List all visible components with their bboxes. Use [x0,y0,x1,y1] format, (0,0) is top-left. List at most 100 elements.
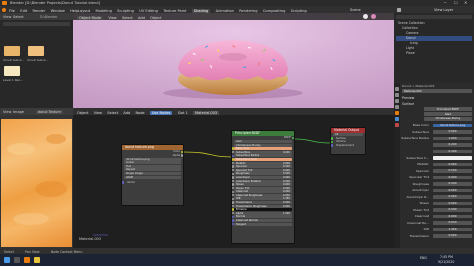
slot-dropdown[interactable]: Slot 1 [178,111,188,115]
blender-taskbar-icon[interactable] [24,257,30,263]
vp-add-menu[interactable]: Add [138,16,145,20]
viewport-header: Object Mode View Select Add Object [73,13,394,20]
ie-image-menu[interactable]: Image [13,110,24,114]
property-value-field[interactable]: 0.500 [433,208,472,212]
tool-tab-icon[interactable] [395,87,399,91]
file-thumbnail-2[interactable] [28,46,44,56]
file-label-1: donut textur... [3,58,25,62]
modifier-tab-icon[interactable] [395,117,399,121]
menu-file[interactable]: File [9,9,15,13]
property-value-field[interactable]: 0.500 [433,182,472,186]
property-label: Subsurface Radius [401,136,429,140]
3d-viewport[interactable] [73,13,394,108]
tab-scripting[interactable]: Scripting [291,9,307,13]
fb-path[interactable]: D:\Blender [40,15,58,19]
scene-tab-icon[interactable] [395,105,399,109]
property-label: Anisotropic [412,188,429,192]
property-value-field[interactable]: 0.000 [433,162,472,167]
preview-section-toggle[interactable]: Preview [402,96,414,100]
outliner-row-plane[interactable]: Plane [396,51,472,56]
property-value-field[interactable]: 0.000 [433,195,472,199]
ne-view-menu[interactable]: View [94,111,102,115]
scene-selector[interactable]: Scene [350,8,361,12]
tab-compositing[interactable]: Compositing [263,9,286,13]
file-thumbnail-3[interactable] [4,66,20,76]
property-value-field[interactable]: 1.000 [433,136,472,141]
property-value-field[interactable]: 0.000 [433,214,472,219]
property-value-field[interactable]: 0.200 [433,143,472,147]
menu-render[interactable]: Render [33,9,46,13]
property-value-field[interactable]: 0.000 [433,234,472,238]
tab-uv-editing[interactable]: UV Editing [139,9,158,13]
outliner-editor-icon[interactable] [397,7,401,12]
fb-select-menu[interactable]: Select [13,15,24,19]
property-value-field[interactable] [433,156,472,160]
close-button[interactable]: ✕ [464,0,467,5]
material-name-field[interactable]: Material.003 [402,89,472,93]
rendered-shading-icon[interactable] [371,14,376,19]
image-texture-node[interactable]: donut texture.png Color Alpha donut text… [121,144,184,206]
fb-view-menu[interactable]: View [3,15,11,19]
tab-sculpting[interactable]: Sculpting [117,9,134,13]
node-editor-canvas[interactable]: donut texture.png Color Alpha donut text… [73,115,394,248]
output-tab-icon[interactable] [395,99,399,103]
menu-edit[interactable]: Edit [20,9,27,13]
property-value-field[interactable]: 0.000 [433,201,472,206]
solid-shading-icon[interactable] [363,14,368,19]
main-menu: File Edit Render Window Help [9,8,82,13]
surface-section-toggle[interactable]: Surface [402,102,414,106]
minimize-button[interactable]: ─ [444,0,446,5]
fb-toolbar [3,22,70,26]
object-mode-dropdown[interactable]: Object Mode [77,15,104,20]
view-layer-selector[interactable]: View Layer [434,8,453,12]
bsdf-input-row[interactable]: Tangent [232,222,294,226]
property-value-field[interactable]: 0.500 [433,169,472,173]
file-thumbnail-1[interactable] [4,46,20,56]
tab-rendering[interactable]: Rendering [239,9,257,13]
principled-bsdf-node[interactable]: Principled BSDF BSDF GGX Christensen-Bur… [231,130,295,244]
object-tab-icon[interactable] [395,111,399,115]
menu-window[interactable]: Window [51,9,65,13]
props-subsurface-method-dropdown[interactable]: Christensen-Burley [424,117,472,121]
property-value-field[interactable]: 0.000 [433,130,472,134]
vp-select-menu[interactable]: Select [122,16,133,20]
surface-shader-dropdown[interactable]: Principled BSDF [424,107,472,111]
tab-layout[interactable]: Layout [78,9,90,13]
material-tab-icon[interactable] [395,123,399,127]
ne-select-menu[interactable]: Select [107,111,118,115]
tab-texture-paint[interactable]: Texture Paint [163,9,186,13]
tab-modeling[interactable]: Modeling [96,9,112,13]
ie-image-name[interactable]: donut Texture [36,109,63,114]
vp-object-menu[interactable]: Object [150,16,161,20]
property-value-field[interactable]: 1.450 [433,227,472,232]
ne-node-menu[interactable]: Node [135,111,144,115]
blender-menu-icon[interactable] [2,7,6,12]
search-icon[interactable] [14,257,20,263]
property-row: Base Color donut texture.png [401,123,473,128]
property-value-field[interactable]: 0.030 [433,221,472,225]
ie-view-menu[interactable]: View [3,110,11,114]
property-value-field[interactable]: 0.000 [433,188,472,193]
node-editor-header: Object View Select Add Node Use Nodes Sl… [73,108,394,115]
property-row: Specular Tint 0.000 [401,175,473,180]
ne-object-dropdown[interactable]: Object [77,111,88,115]
property-value-field[interactable]: donut texture.png [433,123,472,128]
ne-add-menu[interactable]: Add [123,111,130,115]
file-explorer-icon[interactable] [34,257,40,263]
maximize-button[interactable]: ☐ [454,0,458,5]
property-value-field[interactable]: 0.000 [433,175,472,180]
material-output-node[interactable]: Material Output All Surface Volume Displ… [330,127,366,155]
start-menu-icon[interactable] [4,257,10,263]
use-nodes-checkbox[interactable]: Use Nodes [149,110,173,115]
colorspace-dropdown[interactable]: sRGB [122,175,183,179]
render-tab-icon[interactable] [395,93,399,97]
vp-view-menu[interactable]: View [108,16,116,20]
props-distribution-dropdown[interactable]: GGX [424,112,472,116]
material-selector[interactable]: Material.003 [193,110,220,115]
tab-animation[interactable]: Animation [216,9,234,13]
property-row: Subsurface Radius 1.000 [401,136,473,141]
property-value-field[interactable]: 0.100 [433,149,472,154]
bsdf-input-field[interactable]: Tangent [234,222,292,226]
tab-shading[interactable]: Shading [191,8,211,13]
outliner-search-input[interactable] [396,15,472,19]
